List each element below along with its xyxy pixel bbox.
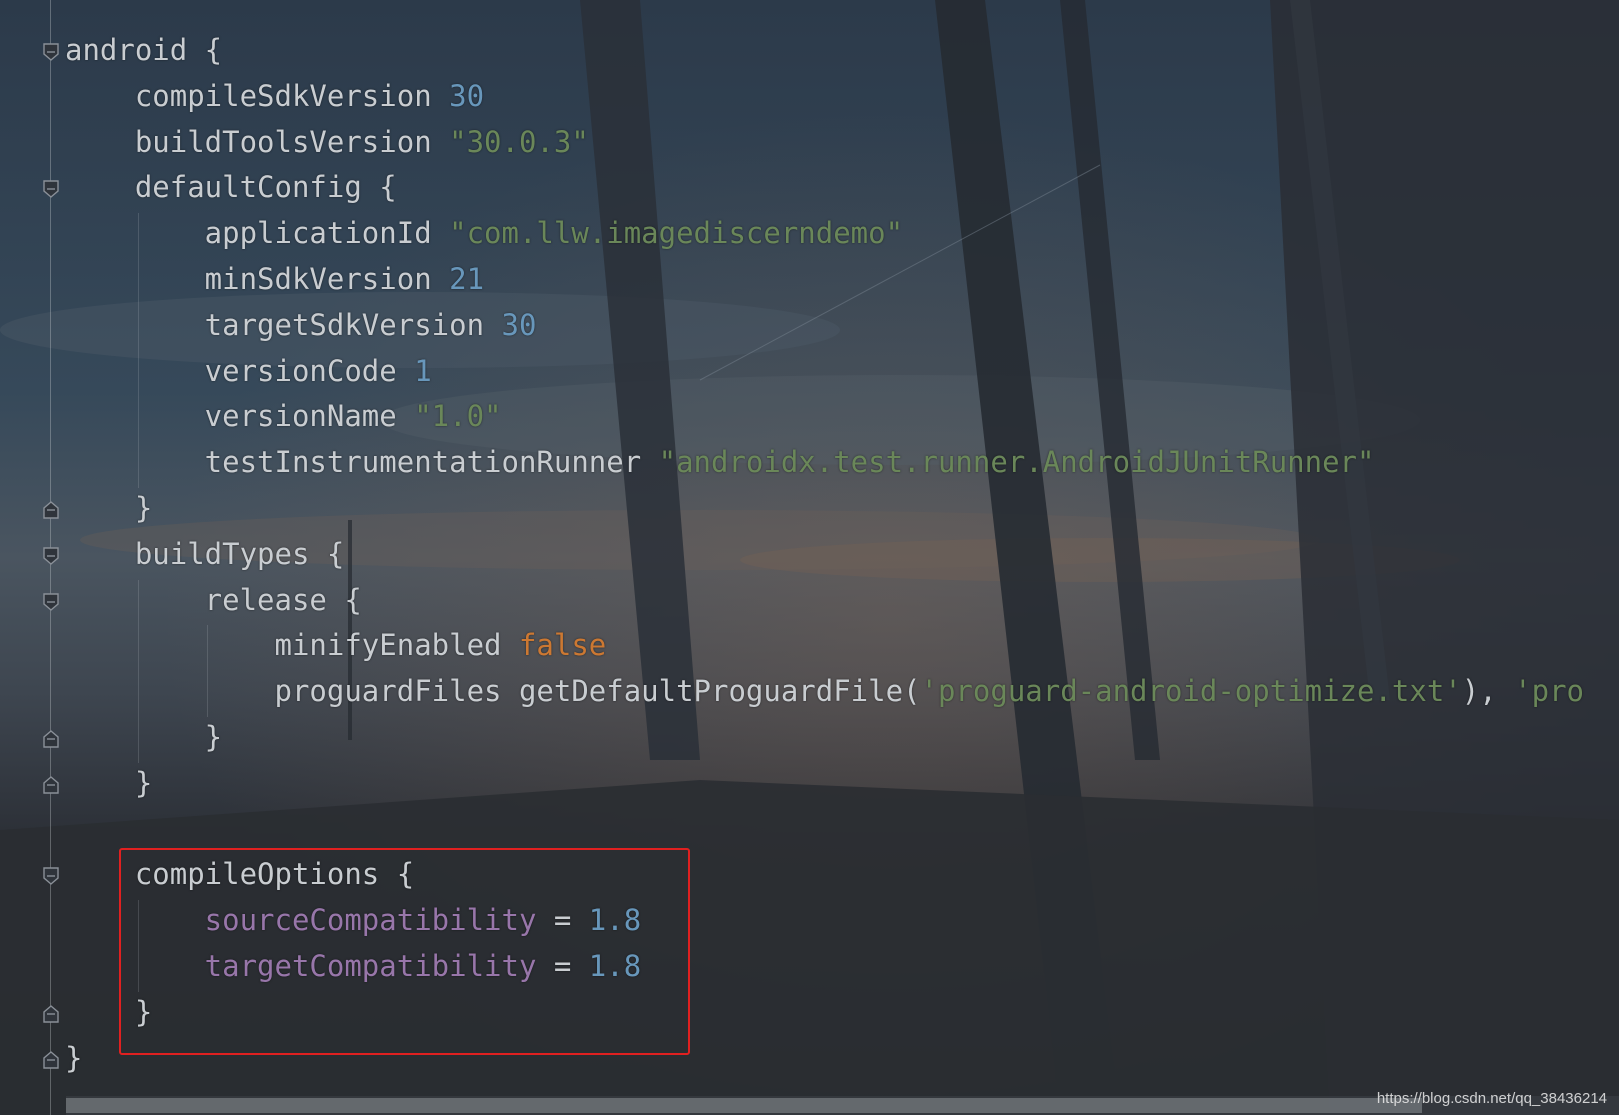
code-token: versionCode: [65, 353, 415, 388]
code-line[interactable]: targetSdkVersion 30: [65, 305, 537, 345]
code-token: buildToolsVersion: [65, 124, 450, 159]
code-line[interactable]: }: [65, 488, 152, 528]
code-editor[interactable]: android { compileSdkVersion 30 buildTool…: [0, 0, 1619, 1115]
code-line[interactable]: }: [65, 717, 222, 757]
code-token: "30.0.3": [449, 124, 589, 159]
code-line[interactable]: }: [65, 1038, 82, 1078]
code-token: 1: [414, 353, 432, 388]
code-token: "com.llw.imagediscerndemo": [449, 216, 904, 251]
code-token: proguardFiles getDefaultProguardFile(: [65, 674, 921, 709]
code-token: 'proguard-android-optimize.txt': [920, 674, 1462, 709]
code-token: android {: [65, 33, 223, 67]
code-token: minifyEnabled: [65, 628, 519, 663]
code-token: versionName: [65, 399, 415, 434]
fold-end-icon[interactable]: [42, 1050, 60, 1070]
code-token: }: [65, 491, 153, 525]
code-line[interactable]: compileSdkVersion 30: [65, 76, 484, 116]
fold-collapse-icon[interactable]: [42, 592, 60, 612]
code-token: ),: [1461, 674, 1515, 709]
code-token: minSdkVersion: [65, 262, 450, 296]
fold-end-icon[interactable]: [42, 775, 60, 795]
watermark-text: https://blog.csdn.net/qq_38436214: [1376, 1090, 1607, 1107]
code-token: }: [65, 765, 153, 800]
code-line[interactable]: android {: [65, 30, 222, 70]
fold-collapse-icon[interactable]: [42, 866, 60, 886]
code-token: release {: [65, 582, 362, 617]
code-token: 30: [501, 307, 537, 342]
code-token: }: [65, 720, 223, 754]
code-token: "1.0": [414, 399, 502, 434]
code-token: "androidx.test.runner.AndroidJUnitRunner…: [658, 445, 1375, 480]
code-token: }: [65, 1040, 83, 1075]
fold-end-icon[interactable]: [42, 1004, 60, 1024]
code-line[interactable]: defaultConfig {: [65, 167, 397, 207]
code-line[interactable]: versionName "1.0": [65, 396, 502, 436]
code-token: buildTypes {: [65, 536, 345, 571]
highlight-box-compile-options: [119, 848, 690, 1055]
code-line[interactable]: buildToolsVersion "30.0.3": [65, 122, 589, 162]
code-line[interactable]: minifyEnabled false: [65, 625, 607, 665]
fold-end-icon[interactable]: [42, 729, 60, 749]
code-token: applicationId: [65, 216, 450, 251]
code-line[interactable]: minSdkVersion 21: [65, 259, 484, 299]
fold-collapse-icon[interactable]: [42, 42, 60, 62]
code-line[interactable]: proguardFiles getDefaultProguardFile('pr…: [65, 671, 1585, 711]
code-line[interactable]: buildTypes {: [65, 534, 345, 574]
code-line[interactable]: }: [65, 763, 152, 803]
horizontal-scrollbar-thumb[interactable]: [66, 1098, 1422, 1113]
code-token: false: [518, 628, 607, 663]
code-token: compileSdkVersion: [65, 78, 450, 113]
code-token: defaultConfig {: [65, 170, 397, 205]
code-token: targetSdkVersion: [65, 307, 502, 342]
code-token: 30: [449, 78, 485, 113]
code-line[interactable]: testInstrumentationRunner "androidx.test…: [65, 442, 1375, 482]
fold-collapse-icon[interactable]: [42, 179, 60, 199]
code-token: 21: [449, 262, 485, 296]
code-token: 'pro: [1514, 674, 1584, 709]
code-token: testInstrumentationRunner: [65, 445, 659, 480]
fold-end-icon[interactable]: [42, 500, 60, 520]
code-line[interactable]: applicationId "com.llw.imagediscerndemo": [65, 213, 903, 253]
fold-collapse-icon[interactable]: [42, 546, 60, 566]
code-line[interactable]: versionCode 1: [65, 351, 432, 391]
code-line[interactable]: release {: [65, 580, 362, 620]
